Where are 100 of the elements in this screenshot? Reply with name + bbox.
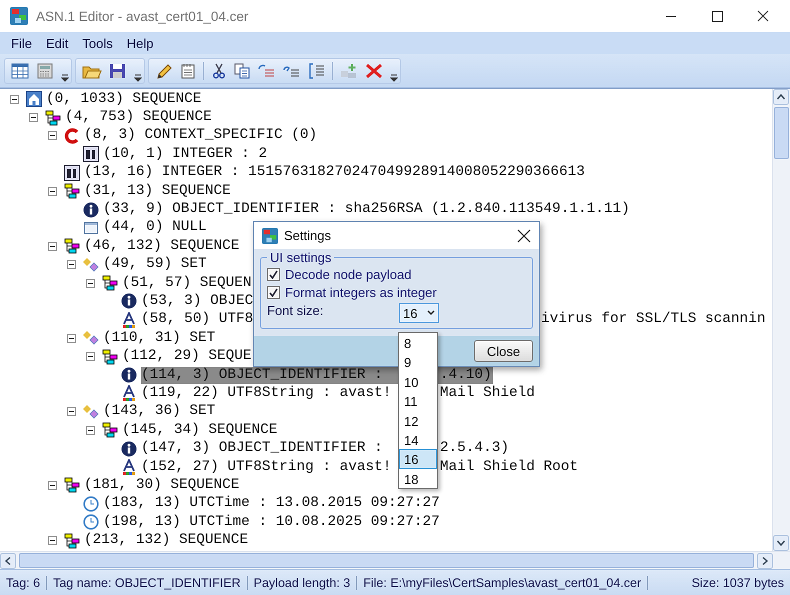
overflow-icon[interactable]	[134, 72, 142, 82]
tree-node[interactable]: (8, 3) CONTEXT_SPECIFIC (0)	[84, 127, 318, 144]
checkbox[interactable]	[267, 268, 280, 281]
calculator-icon[interactable]	[36, 62, 54, 78]
dropdown-option[interactable]: 14	[399, 430, 437, 450]
scrollbar-thumb[interactable]	[19, 553, 754, 568]
tree-node[interactable]: (213, 132) SEQUENCE	[84, 532, 250, 550]
tree-node[interactable]: (181, 30) SEQUENCE	[84, 476, 240, 494]
overflow-icon[interactable]	[61, 72, 69, 82]
collapse-icon[interactable]	[86, 426, 95, 435]
table-icon[interactable]	[11, 62, 29, 78]
status-item: Tag: 6	[0, 576, 48, 590]
info-icon	[83, 202, 99, 218]
blocks-icon	[64, 532, 80, 549]
menu-item[interactable]: Help	[120, 34, 160, 52]
notepad-icon[interactable]	[180, 62, 196, 78]
checkbox-label: Format integers as integer	[285, 285, 437, 300]
dropdown-option[interactable]: 18	[399, 468, 437, 488]
diamonds-icon	[83, 330, 99, 346]
font-icon	[121, 459, 137, 475]
tree-node[interactable]: (33, 9) OBJECT_IDENTIFIER : sha256RSA (1.2.840.113549.1.1.11)	[103, 201, 631, 218]
dropdown-option[interactable]: 9	[399, 352, 437, 372]
collapse-icon[interactable]	[48, 131, 57, 140]
collapse-icon[interactable]	[48, 480, 57, 490]
tree-node[interactable]: (119, 22) UTF8String : avast!	[141, 384, 392, 402]
font-size-dropdown[interactable]: 16	[399, 303, 439, 323]
diamonds-icon	[83, 404, 99, 420]
tree-node-text[interactable]: Mail Shield Root	[440, 458, 580, 476]
collapse-icon[interactable]	[29, 113, 38, 122]
tree-node[interactable]: (53, 3) OBJEC	[141, 292, 254, 310]
indent-icon[interactable]	[257, 62, 275, 78]
dropdown-option[interactable]: 12	[399, 410, 437, 430]
collapse-icon[interactable]	[67, 334, 76, 343]
menu-item[interactable]: Edit	[38, 34, 76, 52]
tree-node[interactable]: (31, 13) SEQUENCE	[84, 182, 232, 200]
font-icon	[121, 312, 137, 328]
window-title: ASN.1 Editor - avast_cert01_04.cer	[36, 8, 248, 24]
field-label: Font size:	[267, 303, 324, 318]
tree-node[interactable]: (143, 36) SET	[103, 403, 216, 420]
collapse-icon[interactable]	[48, 186, 57, 196]
tree-node-text[interactable]: 2.5.4.3)	[440, 440, 510, 458]
collapse-icon[interactable]	[67, 260, 76, 270]
tree-node[interactable]: (49, 59) SET	[103, 256, 208, 274]
collapse-icon[interactable]	[86, 352, 95, 362]
scroll-left-icon[interactable]	[0, 552, 16, 568]
tree-node[interactable]: (4, 753) SEQUENCE	[65, 109, 213, 126]
tree-node[interactable]: (183, 13) UTCTime : 13.08.2015 09:27:27	[103, 495, 441, 512]
tree-node[interactable]: (112, 29) SEQUE	[122, 348, 253, 366]
scissors-icon[interactable]	[211, 62, 227, 78]
overflow-icon[interactable]	[390, 72, 398, 82]
menu-item[interactable]: File	[4, 34, 39, 52]
pencil-icon[interactable]	[155, 62, 173, 78]
status-item: Tag name: OBJECT_IDENTIFIER	[47, 576, 248, 590]
copy-icon[interactable]	[234, 62, 250, 78]
scrollbar-thumb[interactable]	[774, 107, 789, 159]
tree-node[interactable]: (114, 3) OBJECT_IDENTIFIER :	[141, 366, 384, 384]
dropdown-option[interactable]: 11	[399, 391, 437, 411]
checkbox[interactable]	[267, 286, 280, 299]
tree-node[interactable]: (198, 13) UTCTime : 10.08.2025 09:27:27	[103, 514, 441, 531]
collapse-icon[interactable]	[67, 407, 76, 416]
blocks-icon	[64, 238, 80, 254]
tree-node[interactable]: (13, 16) INTEGER : 151576318270247049928914008052290366613	[84, 164, 586, 182]
info-icon	[121, 367, 137, 384]
status-item: File: E:\myFiles\CertSamples\avast_cert01_04.cer	[357, 576, 648, 590]
status-item: Payload length: 3	[248, 576, 358, 590]
dropdown-option[interactable]: 16	[399, 449, 437, 469]
tree-node[interactable]: (58, 50) UTF8	[141, 311, 254, 328]
collapse-icon[interactable]	[86, 278, 95, 288]
app-icon	[262, 228, 278, 244]
tree-node[interactable]: (152, 27) UTF8String : avast!	[141, 458, 392, 476]
close-button[interactable]: Close	[474, 340, 533, 362]
chevron-down-icon[interactable]	[427, 310, 435, 316]
tree-node[interactable]: (44, 0) NULL	[103, 219, 208, 236]
add-node-icon[interactable]	[340, 62, 358, 78]
delete-icon[interactable]	[365, 62, 383, 78]
tree-node[interactable]: (147, 3) OBJECT_IDENTIFIER :	[141, 440, 384, 458]
blocks-icon	[102, 275, 118, 292]
menu-item[interactable]: Tools	[75, 34, 120, 52]
scroll-up-icon[interactable]	[773, 89, 789, 105]
dropdown-option[interactable]: 8	[399, 333, 437, 352]
blocks-icon	[64, 183, 80, 200]
scroll-down-icon[interactable]	[773, 535, 789, 551]
dropdown-option[interactable]: 10	[399, 372, 437, 392]
bracket-icon[interactable]	[307, 62, 325, 78]
close-icon[interactable]	[517, 228, 531, 242]
tree-node[interactable]: (51, 57) SEQUEN	[122, 274, 253, 292]
scroll-right-icon[interactable]	[757, 552, 773, 568]
tree-node[interactable]: (0, 1033) SEQUENCE	[46, 90, 202, 108]
tree-node-text[interactable]: ivirus for SSL/TLS scannin	[540, 311, 766, 328]
collapse-icon[interactable]	[48, 242, 57, 251]
tree-node[interactable]: (110, 31) SET	[103, 330, 216, 347]
collapse-icon[interactable]	[48, 536, 57, 546]
tree-node[interactable]: (145, 34) SEQUENCE	[122, 422, 278, 439]
tree-node-text[interactable]: Mail Shield	[440, 384, 536, 402]
tree-node[interactable]: (10, 1) INTEGER : 2	[103, 146, 268, 163]
tree-node[interactable]: (46, 132) SEQUENCE	[84, 238, 240, 255]
diamonds-icon	[83, 256, 99, 273]
blocks-icon	[102, 422, 118, 438]
collapse-icon[interactable]	[10, 94, 19, 104]
tree-node-text[interactable]: .4.10)	[440, 366, 493, 384]
